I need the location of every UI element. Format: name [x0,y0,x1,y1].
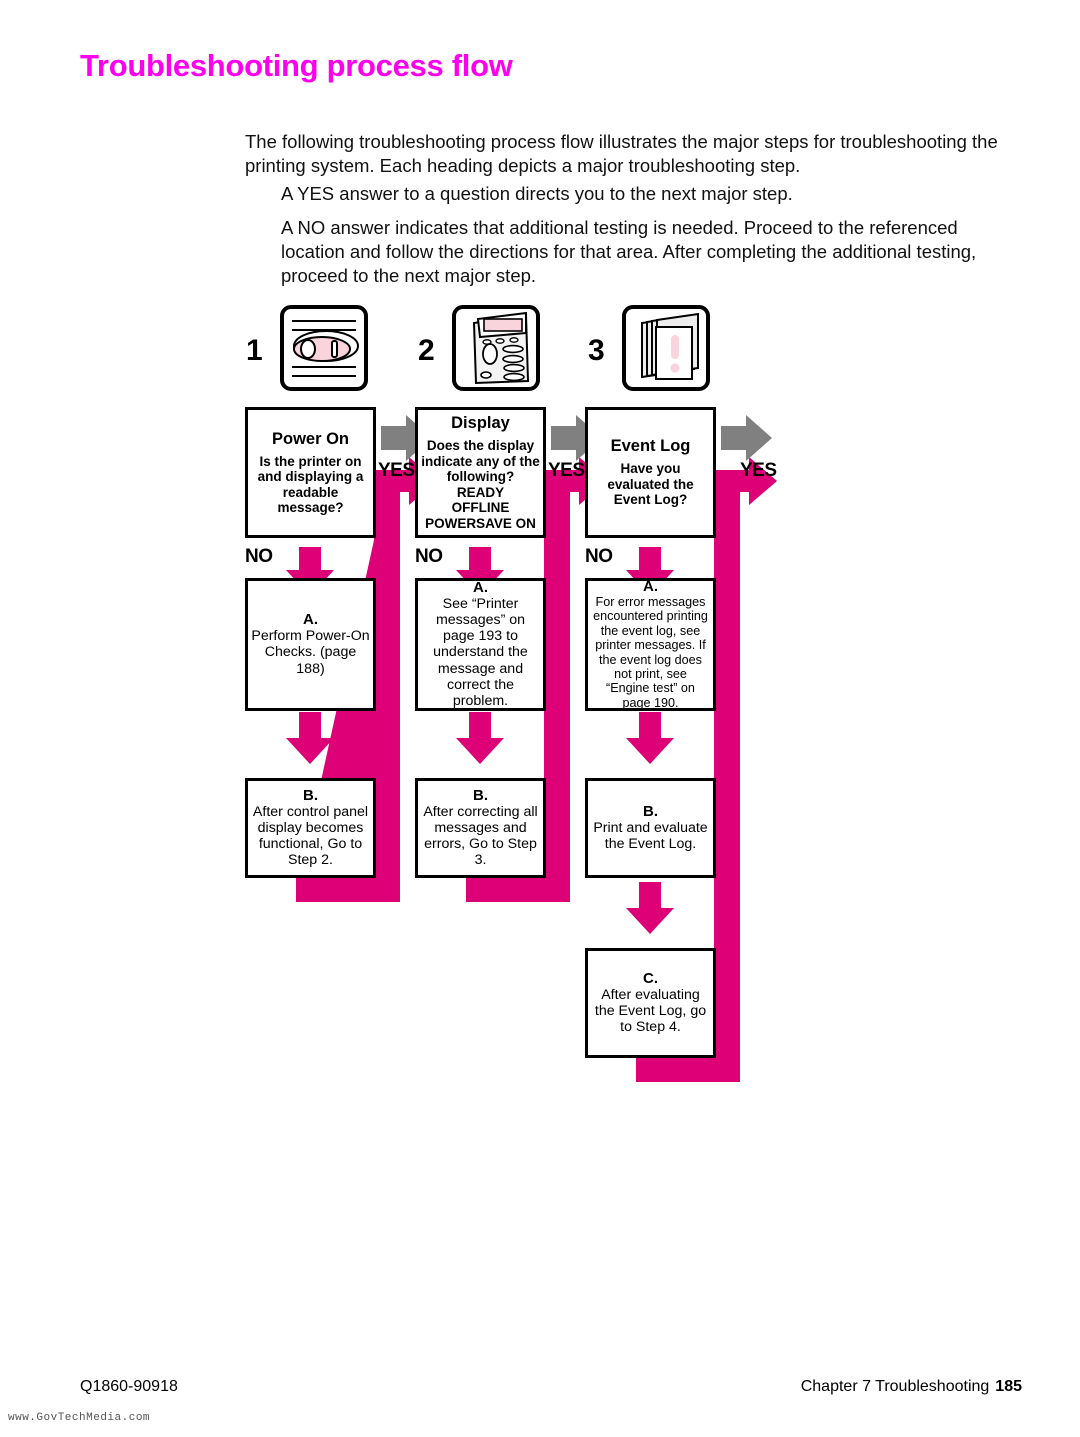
step-number-3: 3 [588,334,605,367]
flow-header-question-2: Does the display indicate any of the fol… [421,438,540,484]
elbow-col2 [466,876,570,902]
down-arrow-col3-ab [626,712,674,764]
flow-header-question-1: Is the printer on and displaying a reada… [257,453,364,516]
flow-box-body-col3-b: Print and evaluate the Event Log. [593,819,708,852]
down-arrow-col2-ab [456,712,504,764]
flow-box-body-col2-b: After correcting all messages and errors… [423,803,538,869]
flow-box-letter-col3-a: A. [643,577,658,595]
flow-header-box-display[interactable]: Display Does the display indicate any of… [415,407,546,538]
display-state-powersave: POWERSAVE ON [425,515,536,531]
yes-label-col3: YES [740,460,777,481]
flow-box-col2-b[interactable]: B. After correcting all messages and err… [415,778,546,878]
flow-header-title-2: Display [451,414,510,432]
control-panel-icon [452,305,540,391]
flow-box-letter-col2-b: B. [473,786,488,804]
flow-box-letter-col2-a: A. [473,578,488,596]
flow-header-states-2: READY OFFLINE POWERSAVE ON [425,485,536,532]
elbow-col3 [636,1056,740,1082]
no-label-col3: NO [585,546,613,567]
troubleshooting-flow-diagram: 1 2 3 Power On Is the printer on and dis… [0,0,1080,1437]
no-label-col1: NO [245,546,273,567]
flow-box-col1-b[interactable]: B. After control panel display becomes f… [245,778,376,878]
elbow-col1 [296,876,400,902]
down-arrow-col3-bc [626,882,674,934]
step-number-1: 1 [246,334,263,367]
flow-connector-layer [286,415,777,1082]
footer-chapter-and-page: Chapter 7 Troubleshooting 185 [801,1378,1022,1396]
flow-box-col1-a[interactable]: A. Perform Power-On Checks. (page 188) [245,578,376,711]
riser-col1 [374,470,400,902]
flow-header-title-1: Power On [271,429,349,448]
flow-box-col2-a[interactable]: A. See “Printer messages” on page 193 to… [415,578,546,711]
flow-box-col3-a[interactable]: A. For error messages encountered printi… [585,578,716,711]
flow-box-letter-col3-c: C. [643,969,658,987]
flow-box-letter-col1-b: B. [303,786,318,804]
flow-box-body-col2-a: See “Printer messages” on page 193 to un… [433,595,528,710]
flow-box-col3-b[interactable]: B. Print and evaluate the Event Log. [585,778,716,878]
flow-box-col3-c[interactable]: C. After evaluating the Event Log, go to… [585,948,716,1058]
yes-label-col1: YES [378,460,415,481]
flow-box-letter-col1-a: A. [303,611,318,629]
step-number-2: 2 [418,334,435,367]
flow-box-body-col1-a: Perform Power-On Checks. (page 188) [251,628,370,677]
display-state-offline: OFFLINE [451,500,510,515]
flow-box-body-col1-b: After control panel display becomes func… [252,803,369,869]
flow-header-title-3: Event Log [610,437,691,456]
power-switch-icon [280,305,368,391]
flow-box-body-col3-a: For error messages encountered printing … [593,594,708,710]
footer-chapter-label: Chapter 7 Troubleshooting [800,1378,990,1395]
flow-header-box-power-on[interactable]: Power On Is the printer on and displayin… [245,407,376,538]
flow-box-body-col3-c: After evaluating the Event Log, go to St… [594,986,707,1036]
footer-part-number: Q1860-90918 [80,1378,178,1395]
flow-header-question-3: Have you evaluated the Event Log? [607,461,694,508]
riser-col3 [714,470,740,1082]
no-label-col2: NO [415,546,443,567]
flow-header-box-event-log[interactable]: Event Log Have you evaluated the Event L… [585,407,716,538]
display-state-ready: READY [456,484,505,500]
watermark-text: www.GovTechMedia.com [8,1412,151,1424]
event-log-pages-icon [622,305,710,391]
footer-page-number: 185 [995,1378,1022,1395]
riser-col2 [544,470,570,902]
flow-box-letter-col3-b: B. [643,802,658,820]
gray-arrow-col3 [721,415,772,461]
yes-label-col2: YES [548,460,585,481]
